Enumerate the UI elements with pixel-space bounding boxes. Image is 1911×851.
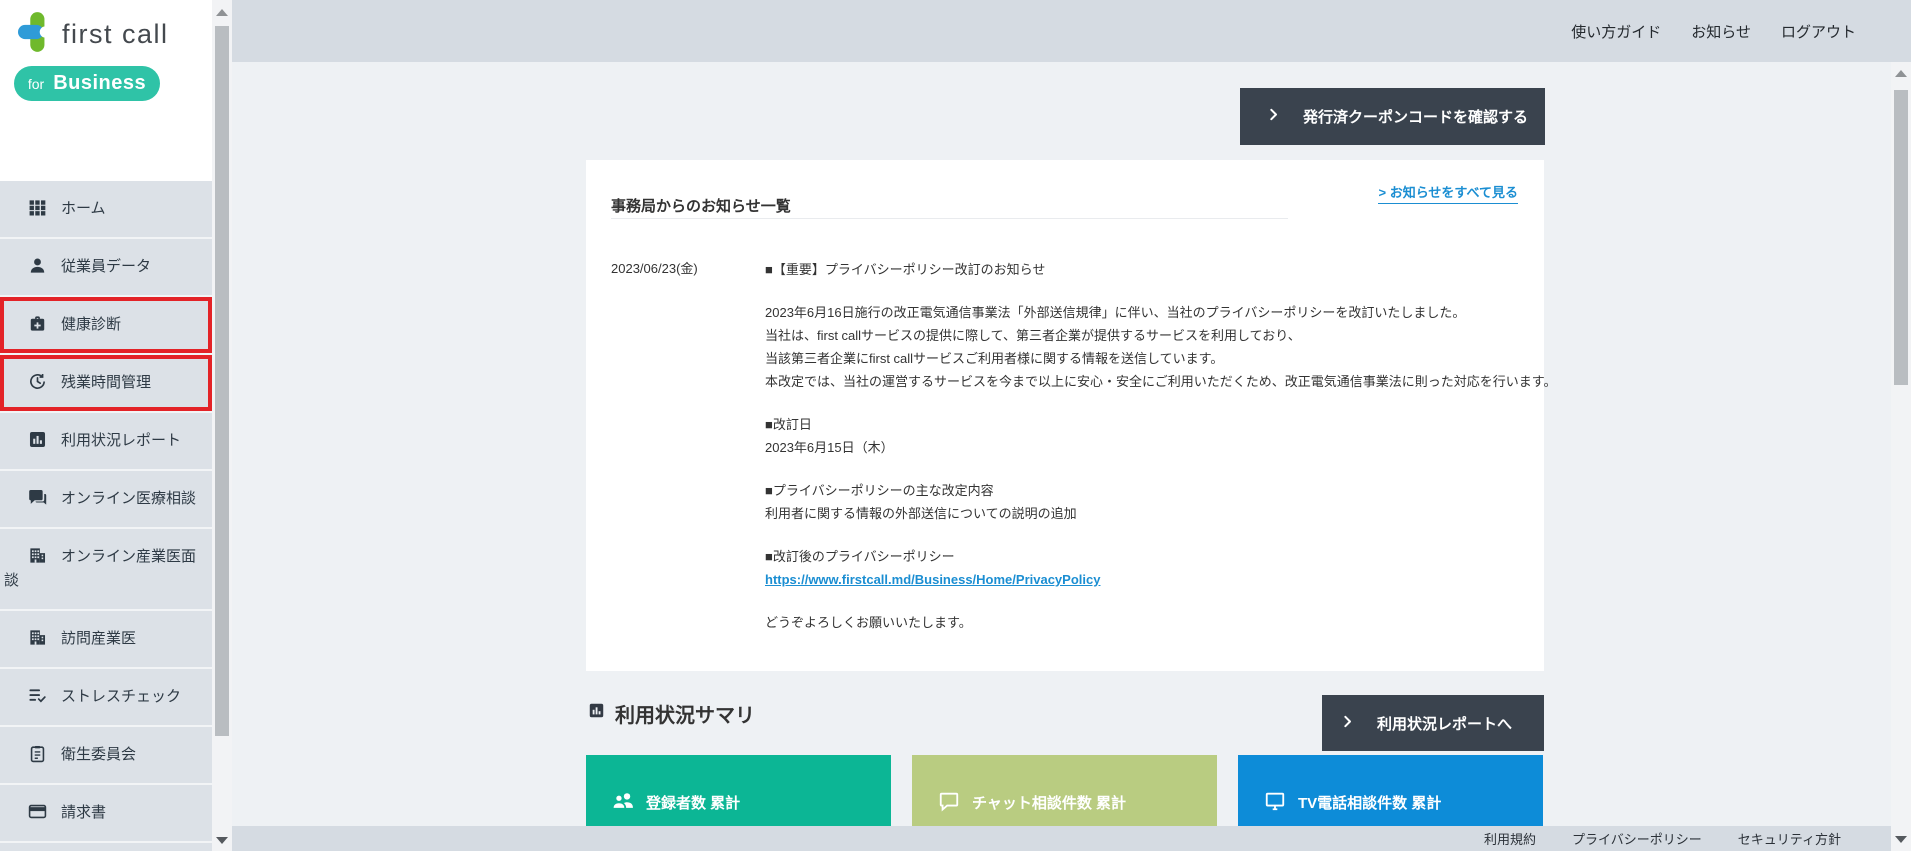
usage-summary-title: 利用状況サマリ xyxy=(588,699,755,728)
news-date: 2023/06/23(金) xyxy=(611,261,698,276)
topbar-link[interactable]: ログアウト xyxy=(1781,21,1856,42)
sidebar-scrollbar[interactable] xyxy=(212,0,232,851)
logo: first call xyxy=(18,12,169,57)
main-scrollbar-thumb[interactable] xyxy=(1894,90,1908,385)
topbar-link[interactable]: 使い方ガイド xyxy=(1571,21,1661,42)
clipboard-icon xyxy=(28,744,47,763)
sidebar-item[interactable]: 残業時間管理 xyxy=(0,355,212,413)
summary-card-label: TV電話相談件数 累計 xyxy=(1298,795,1442,812)
see-all-news-link[interactable]: > お知らせをすべて見る xyxy=(1378,182,1518,204)
footer-link[interactable]: セキュリティ方針 xyxy=(1738,829,1841,848)
sidebar-item-label: 衛生委員会 xyxy=(61,746,137,763)
news-closing: どうぞよろしくお願いいたします。 xyxy=(765,615,972,630)
title-divider xyxy=(611,218,1288,219)
chat-bubble-icon xyxy=(938,790,960,816)
badge-for: for xyxy=(27,75,45,92)
footer: 利用規約 プライバシーポリシー セキュリティ方針 xyxy=(232,826,1891,851)
monitor-icon xyxy=(1264,790,1286,816)
sidebar: first call for Business ホーム 従業員データ 健康診断 xyxy=(0,0,212,851)
sidebar-item[interactable]: オンライン産業医面談 xyxy=(0,529,212,611)
summary-chart-icon xyxy=(588,702,605,725)
footer-link[interactable]: プライバシーポリシー xyxy=(1572,829,1702,848)
bar-chart-icon xyxy=(28,430,47,449)
news-heading: ■【重要】プライバシーポリシー改訂のお知らせ xyxy=(765,262,1046,277)
privacy-policy-link[interactable]: https://www.firstcall.md/Business/Home/P… xyxy=(765,572,1100,587)
sidebar-item[interactable]: ホーム xyxy=(0,181,212,239)
news-revision-date: ■改訂日 2023年6月15日（木） xyxy=(765,417,894,455)
sidebar-item-label: 健康診断 xyxy=(61,316,122,333)
scroll-down-icon[interactable] xyxy=(1895,836,1907,843)
for-business-badge: for Business xyxy=(14,66,160,101)
sidebar-item[interactable]: ストレスチェック xyxy=(0,669,212,727)
news-card-title: 事務局からのお知らせ一覧 xyxy=(611,198,791,215)
medical-bag-icon xyxy=(28,314,47,333)
sidebar-item[interactable]: 訪問産業医 xyxy=(0,611,212,669)
sidebar-item-label: ストレスチェック xyxy=(61,688,182,705)
sidebar-scrollbar-thumb[interactable] xyxy=(215,26,229,736)
chevron-right-icon xyxy=(1340,714,1355,733)
coupon-code-button[interactable]: 発行済クーポンコードを確認する xyxy=(1240,88,1545,145)
clock-icon xyxy=(28,372,47,391)
sidebar-item[interactable]: オンライン医療相談 xyxy=(0,471,212,529)
sidebar-item-label: ホーム xyxy=(61,200,106,217)
news-body: ■【重要】プライバシーポリシー改訂のお知らせ 2023年6月16日施行の改正電気… xyxy=(765,258,1556,654)
person-icon xyxy=(28,256,47,275)
sidebar-item-label: 残業時間管理 xyxy=(61,374,152,391)
news-card: 事務局からのお知らせ一覧 > お知らせをすべて見る 2023/06/23(金) … xyxy=(586,160,1556,671)
sidebar-item-label: オンライン医療相談 xyxy=(61,490,197,507)
scroll-up-icon[interactable] xyxy=(1895,70,1907,77)
coupon-code-button-label: 発行済クーポンコードを確認する xyxy=(1303,109,1529,126)
news-policy: ■改訂後のプライバシーポリシー https://www.firstcall.md… xyxy=(765,549,1101,587)
topbar-link[interactable]: お知らせ xyxy=(1691,21,1751,42)
sidebar-item-label: 訪問産業医 xyxy=(61,630,137,647)
badge-product: Business xyxy=(53,72,147,94)
people-icon xyxy=(612,790,634,816)
sidebar-item-label: 利用状況レポート xyxy=(61,432,182,449)
news-item: 2023/06/23(金) ■【重要】プライバシーポリシー改訂のお知らせ 202… xyxy=(611,258,1556,654)
page: first call for Business ホーム 従業員データ 健康診断 xyxy=(0,0,1911,851)
usage-report-button-label: 利用状況レポートへ xyxy=(1377,715,1513,733)
building-icon xyxy=(28,628,47,647)
logo-text: first call xyxy=(62,19,169,49)
sidebar-item-label: 請求書 xyxy=(61,804,107,821)
sidebar-item[interactable]: 利用状況レポート xyxy=(0,413,212,471)
summary-card-label: 登録者数 累計 xyxy=(646,795,741,812)
news-paragraph: 2023年6月16日施行の改正電気通信事業法「外部送信規律」に伴い、当社のプライ… xyxy=(765,305,1557,389)
summary-card-label: チャット相談件数 累計 xyxy=(972,795,1127,812)
topbar: 使い方ガイド お知らせ ログアウト xyxy=(232,0,1911,62)
checklist-icon xyxy=(28,686,47,705)
sidebar-menu: ホーム 従業員データ 健康診断 残業時間管理 利用状況レポート オンライン医療相… xyxy=(0,181,212,851)
building-icon xyxy=(28,546,47,565)
scroll-up-icon[interactable] xyxy=(216,9,228,16)
usage-report-button[interactable]: 利用状況レポートへ xyxy=(1322,695,1544,751)
sidebar-item-label: 従業員データ xyxy=(61,258,152,275)
news-changes: ■プライバシーポリシーの主な改定内容 利用者に関する情報の外部送信についての説明… xyxy=(765,483,1077,521)
sidebar-item[interactable]: 健康診断 xyxy=(0,297,212,355)
firstcall-cross-icon xyxy=(18,12,52,57)
sidebar-item[interactable]: 請求書 xyxy=(0,785,212,843)
scroll-down-icon[interactable] xyxy=(216,837,228,844)
chat-icon xyxy=(28,488,47,507)
footer-link[interactable]: 利用規約 xyxy=(1484,829,1536,848)
sidebar-item[interactable]: 衛生委員会 xyxy=(0,727,212,785)
chevron-right-icon xyxy=(1266,107,1281,126)
grid-icon xyxy=(28,198,47,217)
main-scrollbar[interactable] xyxy=(1891,62,1911,851)
sidebar-item[interactable]: 従業員データ xyxy=(0,239,212,297)
invoice-icon xyxy=(28,802,47,821)
